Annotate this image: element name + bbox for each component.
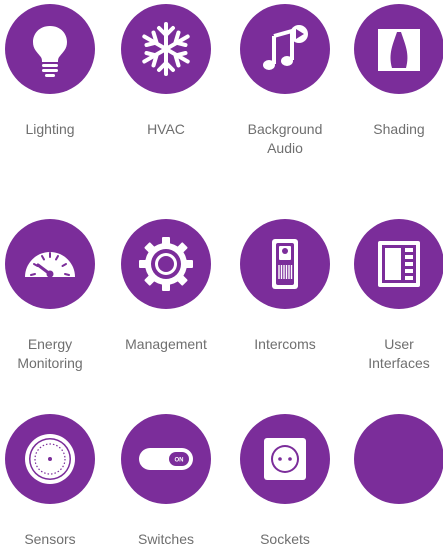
switch-on-text: ON — [175, 458, 184, 464]
category-label: Sockets — [260, 531, 310, 547]
music-play-icon — [263, 25, 308, 70]
curtains-icon — [378, 29, 420, 71]
snowflake-icon — [142, 22, 190, 76]
category-label: HVAC — [147, 121, 185, 137]
category-label: Energy Monitoring — [17, 336, 83, 371]
management-circle — [121, 219, 211, 309]
category-switches[interactable]: ON Switches — [111, 414, 221, 549]
category-shading[interactable]: Shading — [344, 4, 443, 139]
energy-monitoring-circle — [5, 219, 95, 309]
category-grid: Lighting HVAC Background Audio Shading E… — [0, 0, 443, 554]
hvac-circle — [121, 4, 211, 94]
shading-circle — [354, 4, 443, 94]
toggle-switch-icon: ON — [139, 448, 193, 470]
category-label: User Interfaces — [368, 336, 430, 371]
lightbulb-icon — [33, 26, 67, 77]
category-label: Sensors — [24, 531, 76, 547]
user-interfaces-circle — [354, 219, 443, 309]
category-label: Background Audio — [247, 121, 323, 156]
background-audio-circle — [240, 4, 330, 94]
category-empty[interactable] — [344, 414, 443, 530]
sensor-icon — [25, 434, 75, 484]
intercom-icon — [272, 239, 298, 289]
lighting-circle — [5, 4, 95, 94]
category-hvac[interactable]: HVAC — [111, 4, 221, 139]
category-label: Lighting — [25, 121, 75, 137]
category-intercoms[interactable]: Intercoms — [230, 219, 340, 354]
category-energy-monitoring[interactable]: Energy Monitoring — [0, 219, 105, 373]
gear-icon — [139, 237, 193, 291]
category-user-interfaces[interactable]: User Interfaces — [344, 219, 443, 373]
socket-icon — [264, 438, 306, 480]
switches-circle: ON — [121, 414, 211, 504]
intercoms-circle — [240, 219, 330, 309]
category-label: Management — [125, 336, 207, 352]
category-lighting[interactable]: Lighting — [0, 4, 105, 139]
gauge-icon — [25, 252, 75, 278]
category-sockets[interactable]: Sockets — [230, 414, 340, 549]
category-label: Shading — [373, 121, 425, 137]
category-sensors[interactable]: Sensors — [0, 414, 105, 549]
keypad-panel-icon — [378, 241, 420, 287]
category-management[interactable]: Management — [111, 219, 221, 354]
category-label: Intercoms — [254, 336, 316, 352]
empty-circle — [354, 414, 443, 504]
sockets-circle — [240, 414, 330, 504]
sensors-circle — [5, 414, 95, 504]
category-background-audio[interactable]: Background Audio — [230, 4, 340, 158]
category-label: Switches — [137, 531, 195, 547]
